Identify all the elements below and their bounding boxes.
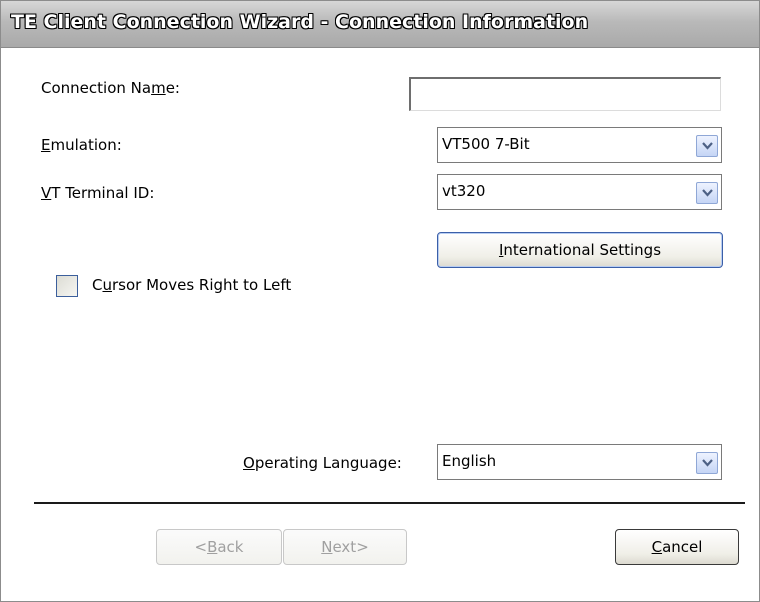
vt-terminal-id-select[interactable]: vt320 [437, 174, 722, 210]
back-button[interactable]: <Back [156, 529, 282, 565]
footer-divider [34, 502, 745, 504]
international-settings-button[interactable]: International Settings [437, 232, 723, 268]
emulation-selected-value: VT500 7-Bit [442, 135, 530, 153]
emulation-label: Emulation: [41, 136, 122, 154]
vt-terminal-id-selected-value: vt320 [442, 182, 486, 200]
title-bar[interactable]: TE Client Connection Wizard - Connection… [1, 1, 759, 48]
vt-terminal-id-label: VT Terminal ID: [41, 184, 155, 202]
cancel-button[interactable]: Cancel [615, 529, 739, 565]
connection-name-input[interactable] [409, 77, 721, 111]
next-button[interactable]: Next> [283, 529, 407, 565]
operating-language-label: Operating Language: [243, 454, 402, 472]
emulation-select[interactable]: VT500 7-Bit [437, 127, 722, 163]
chevron-down-icon[interactable] [696, 135, 718, 157]
chevron-down-icon[interactable] [696, 452, 718, 474]
cursor-rtl-label[interactable]: Cursor Moves Right to Left [92, 276, 291, 294]
operating-language-selected-value: English [442, 452, 497, 470]
chevron-down-icon[interactable] [696, 182, 718, 204]
connection-name-label: Connection Name: [41, 79, 180, 97]
window-title: TE Client Connection Wizard - Connection… [11, 11, 589, 33]
wizard-window: TE Client Connection Wizard - Connection… [0, 0, 760, 602]
cursor-rtl-checkbox[interactable] [56, 275, 78, 297]
operating-language-select[interactable]: English [437, 444, 722, 480]
